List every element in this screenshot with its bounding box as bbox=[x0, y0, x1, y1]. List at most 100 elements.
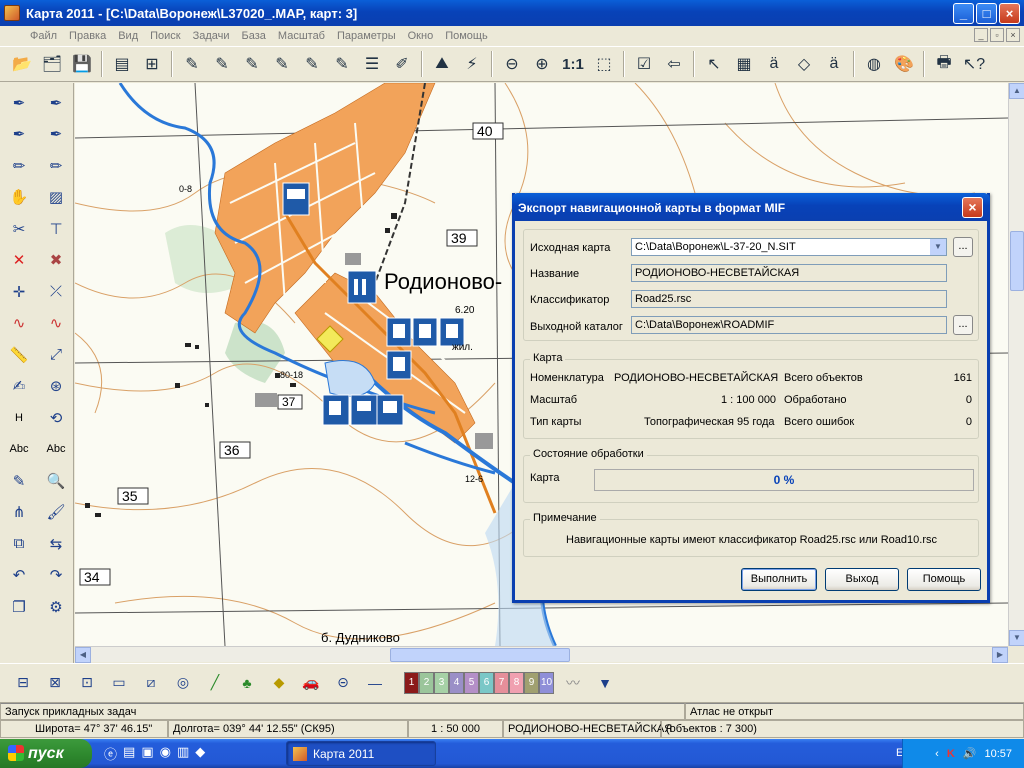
scroll-down-icon[interactable]: ▼ bbox=[1009, 630, 1024, 646]
menu-edit[interactable]: Правка bbox=[63, 30, 112, 42]
source-map-combo[interactable]: C:\Data\Воронеж\L-37-20_N.SIT ▼ bbox=[631, 238, 947, 256]
layer-button-1[interactable]: 1 bbox=[404, 671, 419, 694]
undo-icon[interactable]: ↶ bbox=[1, 560, 37, 592]
layer-button-3[interactable]: 3 bbox=[434, 671, 449, 694]
print-icon[interactable]: 🖶 bbox=[930, 50, 958, 78]
exit-button[interactable]: Выход bbox=[825, 568, 899, 591]
volume-icon[interactable]: 🔊 bbox=[963, 747, 977, 760]
object-list-icon[interactable]: ⇆ bbox=[38, 528, 74, 560]
text-icon[interactable]: ä bbox=[760, 50, 788, 78]
compass-icon[interactable]: ⊛ bbox=[38, 371, 74, 403]
hand-icon[interactable]: ✋ bbox=[1, 182, 37, 214]
back-icon[interactable]: ⇦ bbox=[660, 50, 688, 78]
dialog-close-button[interactable]: × bbox=[962, 197, 983, 218]
horizontal-scroll-thumb[interactable] bbox=[390, 648, 570, 662]
classifier-field[interactable]: Road25.rsc bbox=[631, 290, 947, 308]
scroll-right-icon[interactable]: ▶ bbox=[992, 647, 1008, 663]
ie-icon[interactable]: ⓔ bbox=[104, 744, 117, 763]
help-pointer-icon[interactable]: ↖? bbox=[960, 50, 988, 78]
pen-edit-icon[interactable]: ✏ bbox=[1, 150, 37, 182]
car-icon[interactable]: 🚗 bbox=[298, 670, 324, 696]
draw-curve-icon[interactable]: ✒ bbox=[1, 119, 37, 151]
tray-arrow-icon[interactable]: ‹ bbox=[935, 748, 939, 760]
object-copy-icon[interactable]: ⧉ bbox=[1, 528, 37, 560]
split-icon[interactable]: ⊤ bbox=[38, 213, 74, 245]
mdi-restore-button[interactable]: ▫ bbox=[990, 28, 1004, 42]
dash-icon[interactable]: — bbox=[362, 670, 388, 696]
scale-1-1-button[interactable]: 1:1 bbox=[558, 50, 588, 78]
menu-window[interactable]: Окно bbox=[402, 30, 440, 42]
quick-app-2-icon[interactable]: ▣ bbox=[141, 744, 153, 763]
taskbar-item-karta[interactable]: Карта 2011 bbox=[286, 741, 436, 766]
legend-icon[interactable]: ⊞ bbox=[138, 50, 166, 78]
menu-help[interactable]: Помощь bbox=[439, 30, 494, 42]
open-project-icon[interactable]: 🗂 bbox=[38, 50, 66, 78]
vegetation-tool-icon[interactable]: ♣ bbox=[234, 670, 260, 696]
move-node-icon[interactable]: ✛ bbox=[1, 276, 37, 308]
pen-select-icon[interactable]: ✏ bbox=[38, 150, 74, 182]
draw-node-icon[interactable]: ✒ bbox=[38, 119, 74, 151]
layer-tool-5-icon[interactable]: ⧄ bbox=[138, 670, 164, 696]
scissors-icon[interactable]: ✂ bbox=[1, 213, 37, 245]
tool-h-text[interactable]: H bbox=[1, 402, 37, 434]
menu-parameters[interactable]: Параметры bbox=[331, 30, 402, 42]
quick-app-4-icon[interactable]: ◆ bbox=[195, 744, 205, 763]
gear-icon[interactable]: ⚙ bbox=[38, 591, 74, 623]
ruler-icon[interactable]: 📏 bbox=[1, 339, 37, 371]
maximize-button[interactable]: □ bbox=[976, 3, 997, 24]
menu-scale[interactable]: Масштаб bbox=[272, 30, 331, 42]
layer-button-7[interactable]: 7 bbox=[494, 671, 509, 694]
highlighter-select-icon[interactable]: ✎ bbox=[328, 50, 356, 78]
quick-app-3-icon[interactable]: ▥ bbox=[177, 744, 189, 763]
layer-button-6[interactable]: 6 bbox=[479, 671, 494, 694]
polygon-icon[interactable]: ◇ bbox=[790, 50, 818, 78]
draw-line-icon[interactable]: ✒ bbox=[1, 87, 37, 119]
layer-button-8[interactable]: 8 bbox=[509, 671, 524, 694]
output-dir-field[interactable]: C:\Data\Воронеж\ROADMIF bbox=[631, 316, 947, 334]
lightning-icon[interactable]: ⚡ bbox=[458, 50, 486, 78]
copy-icon[interactable]: ❐ bbox=[1, 591, 37, 623]
minimize-button[interactable]: _ bbox=[953, 3, 974, 24]
delete-icon[interactable]: ✕ bbox=[1, 245, 37, 277]
highlighter-icon[interactable]: ✎ bbox=[178, 50, 206, 78]
highlighter-text-icon[interactable]: ✎ bbox=[208, 50, 236, 78]
chevron-down-icon[interactable]: ▼ bbox=[930, 239, 946, 255]
highlighter-3-icon[interactable]: ✎ bbox=[268, 50, 296, 78]
area-fill-icon[interactable]: ▨ bbox=[38, 182, 74, 214]
vertical-scroll-thumb[interactable] bbox=[1010, 231, 1024, 291]
source-browse-button[interactable]: ... bbox=[953, 237, 973, 257]
menu-file[interactable]: Файл bbox=[24, 30, 63, 42]
no-entry-icon[interactable]: ⊝ bbox=[330, 670, 356, 696]
check-icon[interactable]: ☑ bbox=[630, 50, 658, 78]
tool-abc-text[interactable]: Abc bbox=[1, 434, 37, 466]
zoom-add-icon[interactable]: 🔍 bbox=[38, 465, 74, 497]
dropdown-arrow-icon[interactable]: ▼ bbox=[592, 670, 618, 696]
menu-search[interactable]: Поиск bbox=[144, 30, 186, 42]
text-list-icon[interactable]: ä bbox=[820, 50, 848, 78]
menu-view[interactable]: Вид bbox=[112, 30, 144, 42]
scroll-up-icon[interactable]: ▲ bbox=[1009, 83, 1024, 99]
layer-tool-3-icon[interactable]: ⊡ bbox=[74, 670, 100, 696]
start-button[interactable]: пуск bbox=[0, 739, 92, 768]
paint-icon[interactable]: 🖌 bbox=[38, 497, 74, 529]
redo-icon[interactable]: ↷ bbox=[38, 560, 74, 592]
layer-tool-6-icon[interactable]: ◎ bbox=[170, 670, 196, 696]
network-icon[interactable]: ⋔ bbox=[1, 497, 37, 529]
layer-tool-4-icon[interactable]: ▭ bbox=[106, 670, 132, 696]
rotate-icon[interactable]: ⟲ bbox=[38, 402, 74, 434]
list-icon[interactable]: ☰ bbox=[358, 50, 386, 78]
highlighter-2-icon[interactable]: ✎ bbox=[238, 50, 266, 78]
zigzag-icon[interactable]: 〰 bbox=[560, 670, 586, 696]
zoom-in-icon[interactable]: ⊕ bbox=[528, 50, 556, 78]
tool-abc-text-2[interactable]: Abc bbox=[38, 434, 74, 466]
close-button[interactable]: × bbox=[999, 3, 1020, 24]
quick-app-icon[interactable]: ▤ bbox=[123, 744, 135, 763]
name-field[interactable]: РОДИОНОВО-НЕСВЕТАЙСКАЯ bbox=[631, 264, 947, 282]
table-icon[interactable]: ▦ bbox=[730, 50, 758, 78]
horizontal-scrollbar[interactable]: ◀ ▶ bbox=[75, 646, 1008, 663]
menu-tasks[interactable]: Задачи bbox=[187, 30, 236, 42]
mdi-minimize-button[interactable]: _ bbox=[974, 28, 988, 42]
road-sign-icon[interactable]: ◆ bbox=[266, 670, 292, 696]
vertical-scrollbar[interactable]: ▲ ▼ bbox=[1008, 83, 1024, 646]
zoom-out-icon[interactable]: ⊖ bbox=[498, 50, 526, 78]
